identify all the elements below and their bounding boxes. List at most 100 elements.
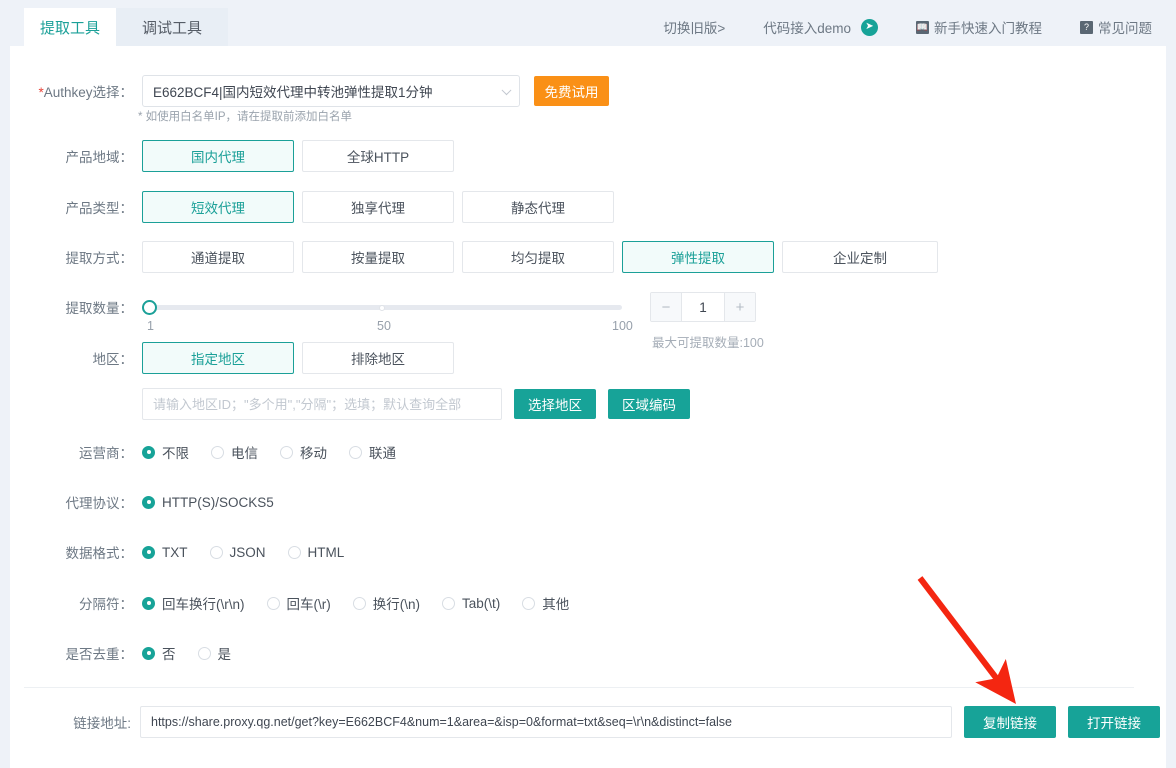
open-link-label: 打开链接 xyxy=(1087,716,1141,731)
carrier-option-mobile[interactable]: 移动 xyxy=(280,442,327,462)
copy-link-button[interactable]: 复制链接 xyxy=(964,706,1056,738)
app-page: 提取工具 调试工具 切换旧版> 代码接入demo ➤ 📖 新手快速入门教程 ? … xyxy=(0,0,1176,768)
select-region-button[interactable]: 选择地区 xyxy=(514,389,596,419)
radio-dot-icon xyxy=(142,495,155,509)
separator-option-crlf[interactable]: 回车换行(\r\n) xyxy=(142,593,245,613)
separator-option-lf[interactable]: 换行(\n) xyxy=(352,593,420,613)
region-row: 地区： 指定地区 排除地区 xyxy=(24,342,462,374)
product-type-option-short[interactable]: 短效代理 xyxy=(142,191,294,223)
product-region-option-global[interactable]: 全球HTTP xyxy=(302,140,454,172)
switch-old-version-label: 切换旧版> xyxy=(663,21,726,36)
dedupe-option-yes[interactable]: 是 xyxy=(197,643,232,663)
slider-track[interactable] xyxy=(150,305,622,310)
extract-method-option-volume[interactable]: 按量提取 xyxy=(302,241,454,273)
extract-method-option-channel[interactable]: 通道提取 xyxy=(142,241,294,273)
region-option-exclude[interactable]: 排除地区 xyxy=(302,342,454,374)
tab-debug-tool[interactable]: 调试工具 xyxy=(116,8,228,46)
product-type-option-static[interactable]: 静态代理 xyxy=(462,191,614,223)
protocol-option-http-socks5[interactable]: HTTP(S)/SOCKS5 xyxy=(142,495,274,510)
authkey-select-value: E662BCF4|国内短效代理中转池弹性提取1分钟 xyxy=(153,85,433,100)
product-region-option-global-label: 全球HTTP xyxy=(346,150,410,165)
radio-dot-icon xyxy=(352,596,366,610)
radio-dot-icon xyxy=(142,646,155,660)
carrier-option-any[interactable]: 不限 xyxy=(142,442,189,462)
dedupe-option-no[interactable]: 否 xyxy=(142,643,176,663)
carrier-row: 运营商： 不限 电信 移动 联通 xyxy=(24,442,418,462)
data-format-label: 数据格式： xyxy=(65,546,134,561)
dedupe-option-yes-label: 是 xyxy=(217,647,232,662)
slider-thumb[interactable] xyxy=(142,300,157,315)
extract-method-label: 提取方式： xyxy=(65,251,134,266)
separator-option-cr-label: 回车(\r) xyxy=(286,597,331,612)
chevron-down-icon xyxy=(501,85,512,96)
quantity-value[interactable]: 1 xyxy=(681,293,725,321)
link-address-input[interactable] xyxy=(140,706,952,738)
data-format-option-json-label: JSON xyxy=(229,544,266,560)
beginner-tutorial-link[interactable]: 📖 新手快速入门教程 xyxy=(916,17,1042,37)
radio-dot-icon xyxy=(522,596,536,610)
authkey-row: *Authkey选择： E662BCF4|国内短效代理中转池弹性提取1分钟 免费… xyxy=(24,75,609,107)
radio-dot-icon xyxy=(209,545,223,559)
copy-link-label: 复制链接 xyxy=(983,716,1037,731)
data-format-option-html[interactable]: HTML xyxy=(287,544,345,560)
book-icon: 📖 xyxy=(916,20,929,34)
carrier-option-unicom-label: 联通 xyxy=(369,446,396,461)
faq-label: 常见问题 xyxy=(1098,21,1152,36)
carrier-option-mobile-label: 移动 xyxy=(300,446,327,461)
open-link-button[interactable]: 打开链接 xyxy=(1068,706,1160,738)
extract-method-option-elastic[interactable]: 弹性提取 xyxy=(622,241,774,273)
quantity-increment-button[interactable]: + xyxy=(725,293,755,321)
product-type-option-exclusive-label: 独享代理 xyxy=(351,201,405,216)
protocol-label: 代理协议： xyxy=(65,496,134,511)
product-region-option-domestic[interactable]: 国内代理 xyxy=(142,140,294,172)
circle-arrow-right-icon: ➤ xyxy=(861,18,878,36)
radio-dot-icon xyxy=(197,646,211,660)
area-code-button[interactable]: 区域编码 xyxy=(608,389,690,419)
extract-method-option-enterprise[interactable]: 企业定制 xyxy=(782,241,938,273)
region-input-row: 选择地区 区域编码 xyxy=(24,388,690,420)
quantity-minus-label: − xyxy=(661,298,671,316)
code-demo-label: 代码接入demo xyxy=(763,21,851,36)
authkey-select[interactable]: E662BCF4|国内短效代理中转池弹性提取1分钟 xyxy=(142,75,520,107)
product-type-option-exclusive[interactable]: 独享代理 xyxy=(302,191,454,223)
separator-option-tab[interactable]: Tab(\t) xyxy=(442,596,500,611)
dedupe-label: 是否去重： xyxy=(65,647,134,662)
radio-dot-icon xyxy=(142,445,155,459)
extract-method-option-elastic-label: 弹性提取 xyxy=(671,251,725,266)
radio-dot-icon xyxy=(266,596,280,610)
switch-old-version-link[interactable]: 切换旧版> xyxy=(663,17,725,37)
data-format-option-json[interactable]: JSON xyxy=(209,544,266,560)
separator-label: 分隔符： xyxy=(79,597,133,612)
extract-method-row: 提取方式： 通道提取 按量提取 均匀提取 弹性提取 企业定制 xyxy=(24,241,946,273)
free-trial-label: 免费试用 xyxy=(544,85,599,100)
carrier-label: 运营商： xyxy=(79,446,133,461)
region-option-include[interactable]: 指定地区 xyxy=(142,342,294,374)
quantity-label: 提取数量： xyxy=(65,301,134,316)
product-type-option-static-label: 静态代理 xyxy=(511,201,565,216)
quantity-decrement-button[interactable]: − xyxy=(651,293,681,321)
carrier-option-unicom[interactable]: 联通 xyxy=(349,442,396,462)
quantity-slider[interactable]: 1 50 100 xyxy=(142,291,633,333)
question-icon: ? xyxy=(1080,20,1093,34)
quantity-stepper[interactable]: − 1 + xyxy=(650,292,756,322)
free-trial-button[interactable]: 免费试用 xyxy=(534,76,609,106)
separator-option-other[interactable]: 其他 xyxy=(522,593,569,613)
extract-method-option-even[interactable]: 均匀提取 xyxy=(462,241,614,273)
separator-option-cr[interactable]: 回车(\r) xyxy=(266,593,331,613)
carrier-option-telecom[interactable]: 电信 xyxy=(211,442,258,462)
radio-dot-icon xyxy=(142,596,155,610)
data-format-row: 数据格式： TXT JSON HTML xyxy=(24,542,366,562)
separator-option-tab-label: Tab(\t) xyxy=(462,595,501,611)
slider-midpoint-marker xyxy=(379,304,385,311)
data-format-option-html-label: HTML xyxy=(307,544,345,560)
tab-debug-tool-label: 调试工具 xyxy=(141,19,202,37)
radio-dot-icon xyxy=(280,445,293,459)
tab-extraction-tool[interactable]: 提取工具 xyxy=(24,8,116,46)
faq-link[interactable]: ? 常见问题 xyxy=(1080,17,1152,37)
code-demo-link[interactable]: 代码接入demo ➤ xyxy=(763,17,878,37)
authkey-label: *Authkey选择： xyxy=(24,81,142,101)
separator-option-crlf-label: 回车换行(\r\n) xyxy=(162,597,245,612)
data-format-option-txt[interactable]: TXT xyxy=(142,545,188,560)
authkey-hint: * 如使用白名单IP，请在提取前添加白名单 xyxy=(138,111,353,123)
region-id-input[interactable] xyxy=(142,388,502,420)
